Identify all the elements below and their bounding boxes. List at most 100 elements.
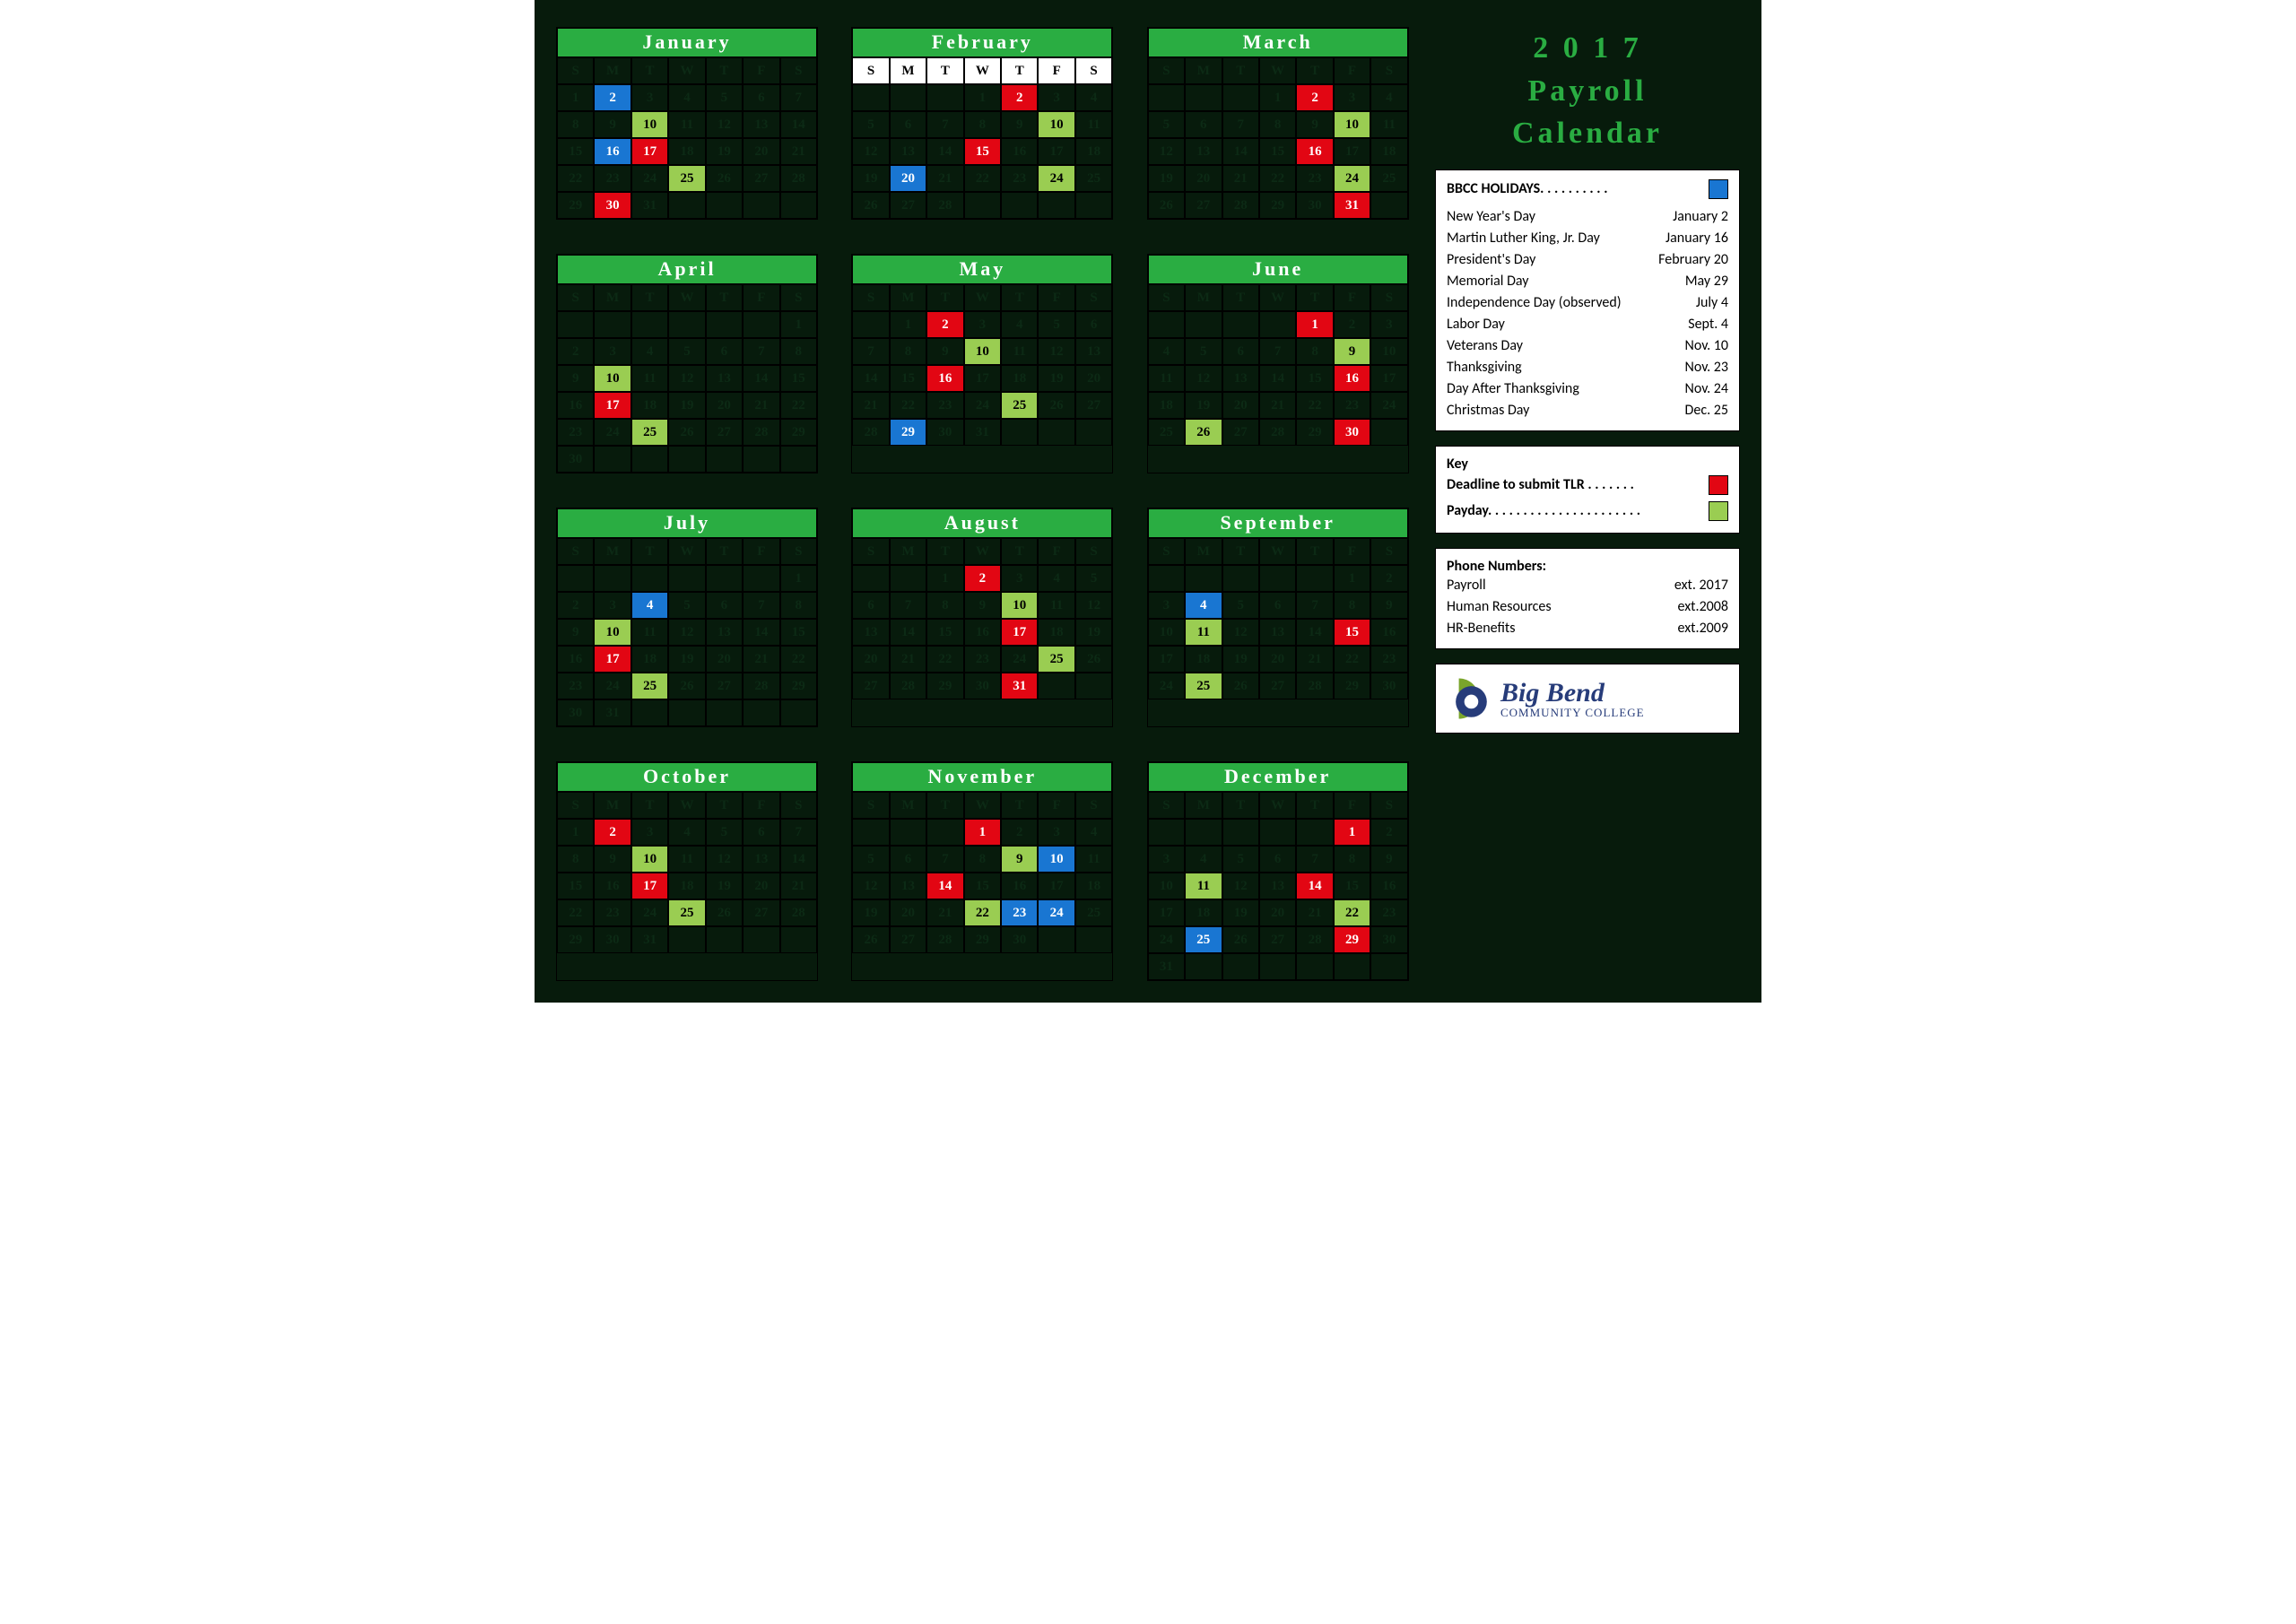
holiday-row: Labor DaySept. 4	[1447, 314, 1728, 335]
calendar-cell: 19	[668, 646, 705, 673]
calendar-cell: 7	[1296, 846, 1333, 873]
calendar-cell: 17	[1038, 138, 1074, 165]
calendar-cell: 12	[668, 365, 705, 392]
calendar-cell	[1334, 953, 1370, 980]
calendar-cell	[1148, 84, 1185, 111]
calendar-cell	[1185, 565, 1222, 592]
calendar-cell: 2	[594, 819, 631, 846]
calendar-cell: 22	[557, 165, 594, 192]
calendar-cell: 5	[1222, 846, 1259, 873]
holiday-row: New Year's DayJanuary 2	[1447, 206, 1728, 228]
calendar-cell: 6	[890, 111, 926, 138]
day-of-week-header: M	[890, 57, 926, 84]
day-of-week-header: S	[780, 538, 817, 565]
calendar-cell: 20	[706, 392, 743, 419]
calendar-cell: 5	[706, 819, 743, 846]
title-line2: Payroll	[1435, 70, 1740, 113]
calendar-cell: 27	[1185, 192, 1222, 219]
calendar-cell: 1	[1334, 565, 1370, 592]
calendar-cell: 30	[926, 419, 963, 446]
calendar-cell: 24	[1038, 165, 1074, 192]
calendar-cell: 25	[1370, 165, 1407, 192]
phone-row: Human Resourcesext.2008	[1447, 596, 1728, 618]
calendar-cell: 7	[926, 846, 963, 873]
calendar-cell: 19	[1185, 392, 1222, 419]
calendar-cell: 25	[1075, 165, 1112, 192]
calendar-cell: 29	[1334, 673, 1370, 699]
calendar-cell	[706, 926, 743, 953]
logo-line2: COMMUNITY COLLEGE	[1500, 707, 1645, 718]
calendar-cell: 25	[1185, 673, 1222, 699]
calendar-cell: 16	[1370, 619, 1407, 646]
calendar-cell: 20	[1259, 646, 1296, 673]
calendar-cell: 4	[1038, 565, 1074, 592]
calendar-cell	[594, 565, 631, 592]
day-of-week-header: T	[1222, 284, 1259, 311]
calendar-cell: 19	[1222, 646, 1259, 673]
calendar-cell	[1296, 953, 1333, 980]
calendar-cell	[1370, 192, 1407, 219]
month-january: JanuarySMTWTFS12345678910111213141516171…	[556, 27, 818, 220]
calendar-cell: 16	[594, 873, 631, 899]
calendar-cell: 25	[1185, 926, 1222, 953]
title-year: 2 0 1 7	[1435, 27, 1740, 70]
calendar-cell: 17	[1001, 619, 1038, 646]
calendar-cell: 4	[1001, 311, 1038, 338]
day-of-week-header: T	[926, 792, 963, 819]
calendar-cell: 20	[890, 899, 926, 926]
day-of-week-header: M	[890, 284, 926, 311]
calendar-cell: 31	[631, 192, 668, 219]
calendar-cell: 13	[1075, 338, 1112, 365]
calendar-cell: 27	[1222, 419, 1259, 446]
calendar-cell: 1	[964, 819, 1001, 846]
calendar-cell: 15	[780, 365, 817, 392]
calendar-cell: 8	[1334, 846, 1370, 873]
month-title: May	[852, 255, 1112, 284]
calendar-cell: 11	[631, 619, 668, 646]
calendar-cell: 14	[743, 619, 779, 646]
calendar-cell: 22	[1296, 392, 1333, 419]
calendar-cell: 18	[1148, 392, 1185, 419]
day-of-week-header: M	[890, 538, 926, 565]
calendar-cell: 2	[1370, 819, 1407, 846]
day-of-week-header: F	[1334, 538, 1370, 565]
day-of-week-header: S	[852, 284, 889, 311]
calendar-cell: 27	[890, 192, 926, 219]
day-of-week-header: M	[594, 538, 631, 565]
calendar-cell: 11	[1185, 873, 1222, 899]
calendar-cell: 6	[1259, 846, 1296, 873]
calendar-cell: 17	[594, 392, 631, 419]
calendar-cell: 23	[557, 419, 594, 446]
calendar-cell: 31	[1148, 953, 1185, 980]
month-may: MaySMTWTFS123456789101112131415161718192…	[851, 254, 1113, 473]
calendar-cell: 17	[1370, 365, 1407, 392]
calendar-cell	[926, 84, 963, 111]
calendar-cell: 13	[1222, 365, 1259, 392]
calendar-cell: 31	[964, 419, 1001, 446]
calendar-cell: 20	[1075, 365, 1112, 392]
calendar-cell: 23	[1370, 899, 1407, 926]
holiday-name: Independence Day (observed)	[1447, 292, 1622, 314]
calendar-cell: 22	[964, 165, 1001, 192]
calendar-cell: 29	[964, 926, 1001, 953]
calendar-cell: 18	[668, 138, 705, 165]
calendar-cell: 3	[1370, 311, 1407, 338]
calendar-cell: 13	[1259, 619, 1296, 646]
calendar-cell: 16	[1296, 138, 1333, 165]
calendar-cell: 3	[1038, 819, 1074, 846]
calendar-cell: 5	[852, 846, 889, 873]
big-bend-logo-icon	[1445, 675, 1492, 722]
calendar-cell	[668, 926, 705, 953]
calendar-cell: 28	[743, 419, 779, 446]
day-of-week-header: W	[964, 57, 1001, 84]
calendar-cell	[890, 565, 926, 592]
holiday-name: Veterans Day	[1447, 335, 1523, 357]
calendar-cell: 22	[926, 646, 963, 673]
calendar-cell: 9	[1001, 111, 1038, 138]
sidebar: 2 0 1 7 Payroll Calendar BBCC HOLIDAYS. …	[1435, 27, 1740, 981]
calendar-cell: 29	[780, 673, 817, 699]
calendar-cell	[852, 565, 889, 592]
calendar-cell: 17	[964, 365, 1001, 392]
calendar-cell: 27	[1259, 926, 1296, 953]
calendar-cell	[1075, 192, 1112, 219]
